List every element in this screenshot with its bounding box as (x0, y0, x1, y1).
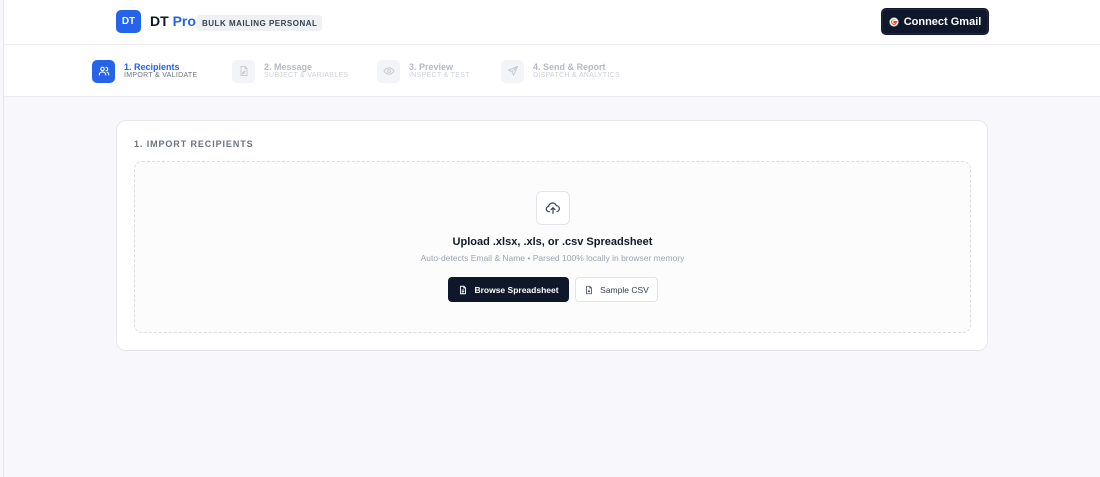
upload-subtitle: Auto-detects Email & Name • Parsed 100% … (420, 253, 685, 263)
step-send-report-title: 4. Send & Report (533, 61, 606, 72)
step-recipients-title: 1. Recipients (124, 61, 180, 72)
brand-name: DT Pro (150, 13, 196, 29)
step-message[interactable]: 2. Message SUBJECT & VARIABLES (232, 58, 348, 84)
import-recipients-card: 1. IMPORT RECIPIENTS Upload .xlsx, .xls,… (116, 120, 988, 351)
eye-icon (377, 59, 400, 83)
browse-spreadsheet-button[interactable]: Browse Spreadsheet (448, 277, 569, 302)
cloud-upload-icon (536, 191, 570, 225)
google-icon (889, 17, 899, 26)
top-header: DT DT Pro BULK MAILING PERSONAL Connect … (4, 0, 1100, 45)
file-download-icon (586, 285, 593, 294)
step-preview-title: 3. Preview (409, 61, 454, 72)
file-sheet-icon (460, 285, 467, 294)
sample-csv-button[interactable]: Sample CSV (575, 277, 658, 302)
section-title: 1. IMPORT RECIPIENTS (134, 139, 254, 149)
wizard-stepper: 1. Recipients IMPORT & VALIDATE 2. Messa… (4, 45, 1100, 97)
brand-pill: BULK MAILING PERSONAL (197, 15, 323, 31)
logo-badge: DT (116, 10, 141, 33)
step-message-subtitle: SUBJECT & VARIABLES (264, 72, 349, 80)
file-edit-icon (232, 59, 255, 83)
step-preview-subtitle: INSPECT & TEST (409, 72, 470, 80)
step-recipients-subtitle: IMPORT & VALIDATE (124, 72, 198, 80)
users-icon (92, 59, 115, 83)
sample-csv-label: Sample CSV (600, 284, 649, 295)
send-icon (501, 59, 524, 83)
step-recipients[interactable]: 1. Recipients IMPORT & VALIDATE (92, 58, 197, 84)
upload-title: Upload .xlsx, .xls, or .csv Spreadsheet (452, 236, 653, 248)
logo-text: DT (121, 16, 136, 27)
connect-gmail-label: Connect Gmail (903, 15, 982, 28)
step-preview[interactable]: 3. Preview INSPECT & TEST (377, 58, 470, 84)
connect-gmail-button[interactable]: Connect Gmail (882, 9, 988, 34)
browse-spreadsheet-label: Browse Spreadsheet (474, 284, 559, 295)
brand-suffix: Pro (172, 13, 196, 29)
upload-dropzone[interactable]: Upload .xlsx, .xls, or .csv Spreadsheet … (134, 161, 971, 333)
step-send-report[interactable]: 4. Send & Report DISPATCH & ANALYTICS (501, 58, 620, 84)
brand-name-text: DT (150, 13, 169, 29)
step-send-report-subtitle: DISPATCH & ANALYTICS (533, 72, 620, 80)
step-message-title: 2. Message (264, 61, 313, 72)
app-frame: DT DT Pro BULK MAILING PERSONAL Connect … (3, 0, 1100, 477)
